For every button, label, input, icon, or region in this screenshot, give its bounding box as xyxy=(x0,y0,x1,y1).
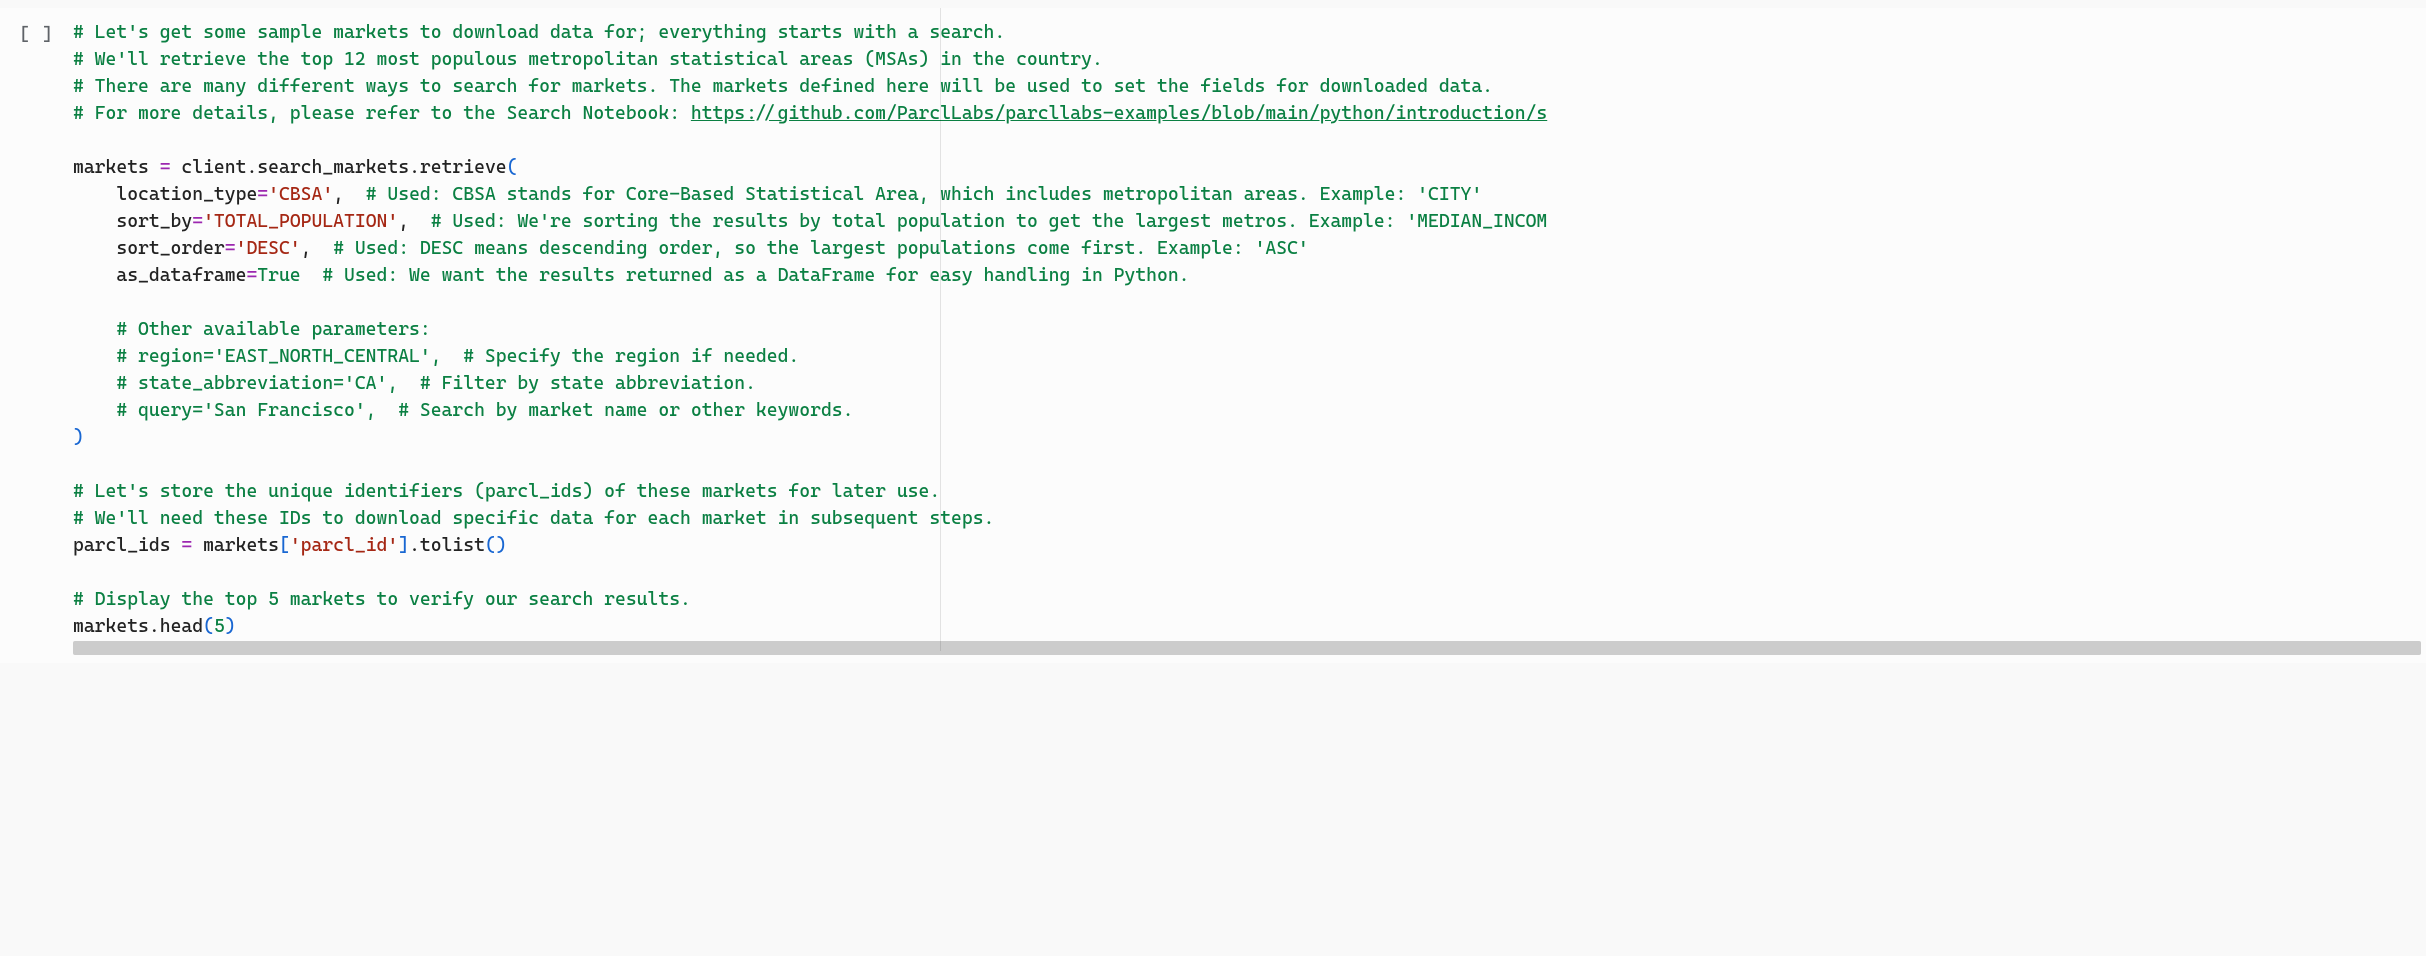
code-token-punct: . xyxy=(149,616,160,637)
code-token-comment: # state_abbreviation='CA', # Filter by s… xyxy=(116,373,756,394)
code-line[interactable]: # region='EAST_NORTH_CENTRAL', # Specify… xyxy=(73,344,2426,371)
code-token-name: tolist xyxy=(420,535,485,556)
code-token-comment: # Display the top 5 markets to verify ou… xyxy=(73,589,691,610)
code-line[interactable] xyxy=(73,452,2426,479)
code-token-comment: # Let's store the unique identifiers (pa… xyxy=(73,481,940,502)
code-token-punct: . xyxy=(409,535,420,556)
code-token-name: sort_by xyxy=(73,211,192,232)
code-editor[interactable]: # Let's get some sample markets to downl… xyxy=(73,8,2426,663)
horizontal-scrollbar[interactable] xyxy=(73,641,2421,655)
code-line[interactable]: # query='San Francisco', # Search by mar… xyxy=(73,398,2426,425)
code-line[interactable]: # There are many different ways to searc… xyxy=(73,74,2426,101)
code-token-comment: # We'll retrieve the top 12 most populou… xyxy=(73,49,1103,70)
code-token-comment: # Other available parameters: xyxy=(116,319,430,340)
code-token-comment: # region='EAST_NORTH_CENTRAL', # Specify… xyxy=(116,346,799,367)
code-token-punct: . xyxy=(409,157,420,178)
code-token-name xyxy=(73,400,116,421)
code-token-name: location_type xyxy=(73,184,257,205)
code-token-comment: # Used: We want the results returned as … xyxy=(322,265,1189,286)
code-cell[interactable]: [ ] # Let's get some sample markets to d… xyxy=(0,8,2426,663)
code-token-link[interactable]: https://github.com/ParclLabs/parcllabs-e… xyxy=(691,103,1547,124)
code-token-comment: # Used: CBSA stands for Core-Based Stati… xyxy=(366,184,1483,205)
code-token-string: 'CBSA' xyxy=(268,184,333,205)
code-token-name xyxy=(73,319,116,340)
code-token-punct: . xyxy=(246,157,257,178)
code-token-name: search_markets xyxy=(257,157,409,178)
code-token-name: parcl_ids xyxy=(73,535,181,556)
code-token-op: = xyxy=(257,184,268,205)
code-token-name: markets xyxy=(192,535,279,556)
execution-prompt[interactable]: [ ] xyxy=(0,8,73,48)
code-token-name: client xyxy=(171,157,247,178)
code-content[interactable]: # Let's get some sample markets to downl… xyxy=(73,20,2426,641)
code-token-punct: , xyxy=(398,211,431,232)
code-token-string: 'parcl_id' xyxy=(290,535,398,556)
code-line[interactable]: # Display the top 5 markets to verify ou… xyxy=(73,587,2426,614)
code-token-paren: ( xyxy=(203,616,214,637)
code-line[interactable]: sort_order='DESC', # Used: DESC means de… xyxy=(73,236,2426,263)
code-token-name xyxy=(73,346,116,367)
code-token-number: 5 xyxy=(214,616,225,637)
code-line[interactable]: # Let's store the unique identifiers (pa… xyxy=(73,479,2426,506)
code-line[interactable]: # We'll need these IDs to download speci… xyxy=(73,506,2426,533)
code-line[interactable]: # Other available parameters: xyxy=(73,317,2426,344)
code-line[interactable]: parcl_ids = markets['parcl_id'].tolist() xyxy=(73,533,2426,560)
code-token-punct: , xyxy=(301,238,334,259)
code-token-op: = xyxy=(246,265,257,286)
code-token-op: = xyxy=(192,211,203,232)
code-token-comment: # There are many different ways to searc… xyxy=(73,76,1493,97)
code-line[interactable]: # state_abbreviation='CA', # Filter by s… xyxy=(73,371,2426,398)
code-token-paren: ( xyxy=(507,157,518,178)
code-token-name xyxy=(73,373,116,394)
code-line[interactable]: ) xyxy=(73,425,2426,452)
code-token-bracket: [ xyxy=(279,535,290,556)
notebook: [ ] # Let's get some sample markets to d… xyxy=(0,0,2426,663)
code-line[interactable] xyxy=(73,290,2426,317)
code-token-comment: # For more details, please refer to the … xyxy=(73,103,691,124)
code-token-name: as_dataframe xyxy=(73,265,246,286)
code-token-comment: # Used: We're sorting the results by tot… xyxy=(431,211,1548,232)
code-line[interactable]: # We'll retrieve the top 12 most populou… xyxy=(73,47,2426,74)
code-token-paren: () xyxy=(485,535,507,556)
code-token-comment: # We'll need these IDs to download speci… xyxy=(73,508,994,529)
code-token-op: = xyxy=(181,535,192,556)
code-line[interactable]: # For more details, please refer to the … xyxy=(73,101,2426,128)
code-token-name: retrieve xyxy=(420,157,507,178)
code-line[interactable]: location_type='CBSA', # Used: CBSA stand… xyxy=(73,182,2426,209)
code-token-bracket: ] xyxy=(398,535,409,556)
code-token-bool: True xyxy=(257,265,300,286)
code-token-comment: # query='San Francisco', # Search by mar… xyxy=(116,400,853,421)
code-token-paren: ) xyxy=(225,616,236,637)
code-token-name: sort_order xyxy=(73,238,225,259)
code-token-comment: # Let's get some sample markets to downl… xyxy=(73,22,1005,43)
code-token-op: = xyxy=(160,157,171,178)
code-line[interactable] xyxy=(73,128,2426,155)
code-line[interactable]: # Let's get some sample markets to downl… xyxy=(73,20,2426,47)
code-line[interactable]: markets.head(5) xyxy=(73,614,2426,641)
code-line[interactable]: sort_by='TOTAL_POPULATION', # Used: We'r… xyxy=(73,209,2426,236)
code-token-name: markets xyxy=(73,157,160,178)
code-token-string: 'DESC' xyxy=(236,238,301,259)
code-token-op: = xyxy=(225,238,236,259)
code-token-punct: , xyxy=(333,184,366,205)
code-token-name xyxy=(301,265,323,286)
code-token-name: head xyxy=(160,616,203,637)
code-token-comment: # Used: DESC means descending order, so … xyxy=(333,238,1309,259)
code-line[interactable] xyxy=(73,560,2426,587)
code-line[interactable]: as_dataframe=True # Used: We want the re… xyxy=(73,263,2426,290)
code-token-name: markets xyxy=(73,616,149,637)
code-line[interactable]: markets = client.search_markets.retrieve… xyxy=(73,155,2426,182)
code-token-paren: ) xyxy=(73,427,84,448)
prompt-label: [ ] xyxy=(19,22,54,48)
code-token-string: 'TOTAL_POPULATION' xyxy=(203,211,398,232)
